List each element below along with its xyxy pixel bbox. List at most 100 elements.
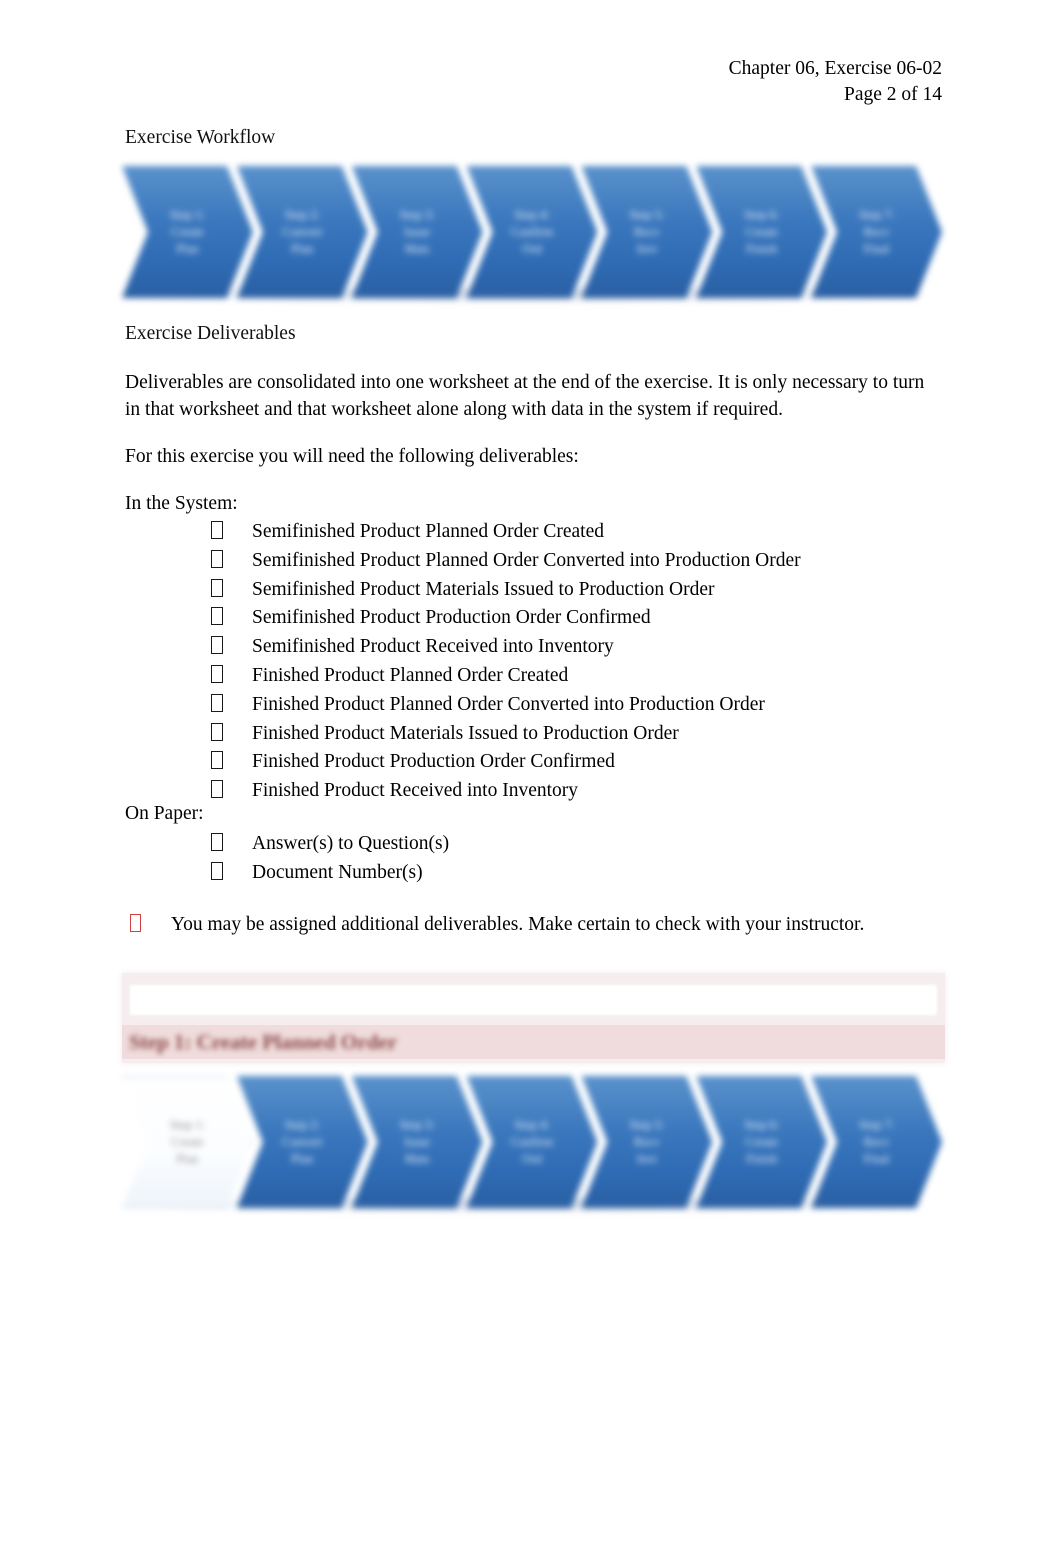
list-paper-deliverables: Answer(s) to Question(s) Document Number… bbox=[211, 830, 449, 888]
heading-exercise-deliverables: Exercise Deliverables bbox=[125, 323, 296, 344]
bullet-box-icon bbox=[211, 578, 223, 597]
chevron-line: Step 5: bbox=[629, 207, 665, 222]
chevron-line: Invt bbox=[636, 1151, 657, 1166]
list-item: Semifinished Product Planned Order Creat… bbox=[211, 518, 801, 547]
chevron-line: Step 3: bbox=[399, 207, 435, 222]
chevron-line: Finish bbox=[746, 241, 778, 256]
chevron-line: Final bbox=[863, 241, 890, 256]
bullet-box-red-icon bbox=[130, 914, 141, 932]
list-item-label: Semifinished Product Materials Issued to… bbox=[252, 578, 715, 600]
list-item: Semifinished Product Received into Inven… bbox=[211, 633, 801, 662]
paragraph-for-this-exercise: For this exercise you will need the foll… bbox=[125, 446, 579, 467]
workflow-step-chevron: Step 3: Issue Mats bbox=[352, 1076, 483, 1208]
chevron-line: Step 4: bbox=[514, 1117, 550, 1132]
chevron-line: Convert bbox=[282, 1134, 323, 1149]
chevron-line: Step 1: bbox=[169, 1117, 205, 1132]
chevron-line: Mats bbox=[404, 241, 430, 256]
chevron-line: Recv bbox=[634, 224, 660, 239]
step-banner: Step 1: Create Planned Order bbox=[122, 973, 945, 1063]
list-item: Semifinished Product Planned Order Conve… bbox=[211, 547, 801, 576]
bullet-box-icon bbox=[211, 636, 223, 655]
list-item: Answer(s) to Question(s) bbox=[211, 830, 449, 859]
bullet-box-icon bbox=[211, 861, 223, 880]
chevron-line: Create bbox=[745, 1134, 779, 1149]
bullet-box-icon bbox=[211, 693, 223, 712]
list-item: Semifinished Product Materials Issued to… bbox=[211, 576, 801, 605]
list-item-label: Finished Product Production Order Confir… bbox=[252, 751, 615, 773]
list-item: Document Number(s) bbox=[211, 859, 449, 888]
chevron-line: Create bbox=[171, 224, 204, 239]
bullet-box-icon bbox=[211, 751, 223, 770]
workflow-step-chevron: Step 2: Convert Plan bbox=[237, 1076, 368, 1208]
list-item: Finished Product Production Order Confir… bbox=[211, 748, 801, 777]
chevron-line: Plan bbox=[176, 1151, 199, 1166]
chevron-line: Confirm bbox=[510, 224, 554, 239]
chevron-line: Plan bbox=[291, 241, 314, 256]
chevron-line: Step 6: bbox=[744, 1117, 780, 1132]
bullet-box-icon bbox=[211, 780, 223, 799]
chevron-line: Step 7: bbox=[859, 1117, 895, 1132]
list-item-label: Document Number(s) bbox=[252, 861, 423, 883]
chevron-line: Recv bbox=[634, 1134, 660, 1149]
workflow-process-graphic-bottom: Step 1: Create Plan Step 2: Convert Plan… bbox=[122, 1076, 942, 1208]
list-item-label: Answer(s) to Question(s) bbox=[252, 833, 450, 854]
workflow-step-chevron: Step 7: Recv Final bbox=[811, 1076, 942, 1208]
instructor-note-text: You may be assigned additional deliverab… bbox=[171, 914, 865, 935]
list-item-label: Semifinished Product Planned Order Creat… bbox=[252, 521, 604, 542]
chevron-line: Mats bbox=[404, 1151, 430, 1166]
chevron-line: Step 1: bbox=[169, 207, 205, 222]
workflow-step-chevron: Step 5: Recv Invt bbox=[581, 166, 712, 298]
bullet-box-icon bbox=[211, 549, 223, 568]
bullet-box-icon bbox=[211, 521, 223, 539]
label-on-paper: On Paper: bbox=[125, 803, 204, 824]
instructor-note: You may be assigned additional deliverab… bbox=[130, 911, 864, 939]
bullet-box-icon bbox=[211, 722, 223, 741]
chevron-line: Step 2: bbox=[284, 207, 320, 222]
chevron-line: Step 5: bbox=[629, 1117, 665, 1132]
document-header: Chapter 06, Exercise 06-02 Page 2 of 14 bbox=[729, 56, 942, 108]
chevron-line: Recv bbox=[863, 1134, 890, 1149]
workflow-step-chevron: Step 4: Confirm Ord bbox=[467, 1076, 598, 1208]
chevron-line: Plan bbox=[291, 1151, 314, 1166]
document-page: Chapter 06, Exercise 06-02 Page 2 of 14 … bbox=[0, 0, 1062, 1561]
workflow-step-chevron: Step 1: Create Plan bbox=[122, 166, 253, 298]
list-item: Semifinished Product Production Order Co… bbox=[211, 604, 801, 633]
workflow-step-chevron: Step 6: Create Finish bbox=[696, 1076, 827, 1208]
chevron-line: Step 2: bbox=[284, 1117, 320, 1132]
workflow-step-chevron: Step 4: Confirm Ord bbox=[467, 166, 598, 298]
list-system-deliverables: Semifinished Product Planned Order Creat… bbox=[211, 518, 801, 806]
bullet-box-icon bbox=[211, 607, 223, 626]
step-banner-title: Step 1: Create Planned Order bbox=[129, 1030, 397, 1054]
chevron-line: Recv bbox=[863, 224, 890, 239]
header-chapter-line: Chapter 06, Exercise 06-02 bbox=[728, 58, 942, 79]
chevron-line: Invt bbox=[636, 241, 657, 256]
workflow-step-chevron: Step 7: Recv Final bbox=[811, 166, 942, 298]
chevron-line: Final bbox=[863, 1151, 890, 1166]
chevron-line: Ord bbox=[522, 1151, 542, 1166]
workflow-step-chevron-active: Step 1: Create Plan bbox=[122, 1076, 253, 1208]
chevron-line: Finish bbox=[746, 1151, 778, 1166]
chevron-line: Issue bbox=[404, 224, 430, 239]
paragraph-deliverables-intro: Deliverables are consolidated into one w… bbox=[125, 372, 925, 420]
chevron-line: Step 3: bbox=[399, 1117, 435, 1132]
bullet-box-icon bbox=[211, 664, 223, 683]
label-in-the-system: In the System: bbox=[125, 493, 238, 514]
chevron-line: Convert bbox=[282, 224, 323, 239]
list-item-label: Finished Product Planned Order Created bbox=[252, 664, 569, 686]
list-item-label: Finished Product Planned Order Converted… bbox=[252, 693, 765, 715]
chevron-line: Create bbox=[171, 1134, 204, 1149]
workflow-step-chevron: Step 2: Convert Plan bbox=[237, 166, 368, 298]
workflow-process-graphic-top: Step 1: Create Plan Step 2: Convert Plan… bbox=[122, 166, 942, 298]
list-item: Finished Product Materials Issued to Pro… bbox=[211, 720, 801, 749]
list-item: Finished Product Planned Order Created bbox=[211, 662, 801, 691]
chevron-line: Plan bbox=[176, 241, 199, 256]
workflow-step-chevron: Step 6: Create Finish bbox=[696, 166, 827, 298]
chevron-line: Create bbox=[745, 224, 779, 239]
bullet-box-icon bbox=[211, 833, 223, 851]
list-item-label: Finished Product Materials Issued to Pro… bbox=[252, 722, 679, 744]
chevron-line: Step 7: bbox=[859, 207, 895, 222]
heading-exercise-workflow: Exercise Workflow bbox=[125, 127, 276, 148]
workflow-step-chevron: Step 3: Issue Mats bbox=[352, 166, 483, 298]
chevron-line: Step 6: bbox=[744, 207, 780, 222]
list-item-label: Semifinished Product Received into Inven… bbox=[252, 636, 614, 658]
